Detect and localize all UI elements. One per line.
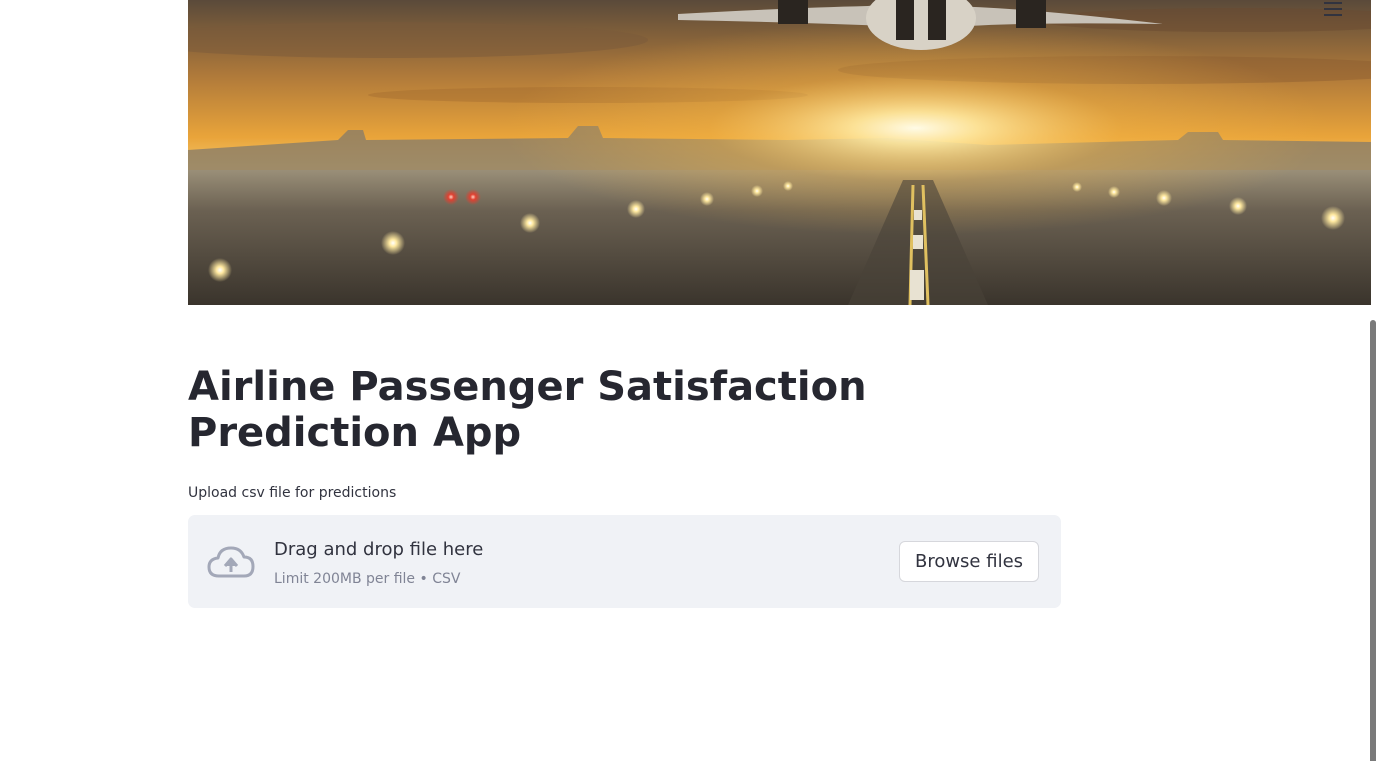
scrollbar-thumb[interactable] [1370,320,1376,761]
hero-banner-image [188,0,1371,305]
file-dropzone[interactable]: Drag and drop file here Limit 200MB per … [188,515,1061,608]
app-page: Airline Passenger Satisfaction Predictio… [0,0,1378,761]
dropzone-instruction: Drag and drop file here [274,539,484,560]
page-scrollbar[interactable] [1368,0,1378,761]
page-title: Airline Passenger Satisfaction Predictio… [188,364,867,456]
upload-label: Upload csv file for predictions [188,485,397,501]
cloud-upload-icon [207,546,255,578]
hamburger-menu-icon[interactable] [1322,0,1344,18]
dropzone-limit-text: Limit 200MB per file • CSV [274,571,461,587]
browse-files-button[interactable]: Browse files [899,541,1039,582]
